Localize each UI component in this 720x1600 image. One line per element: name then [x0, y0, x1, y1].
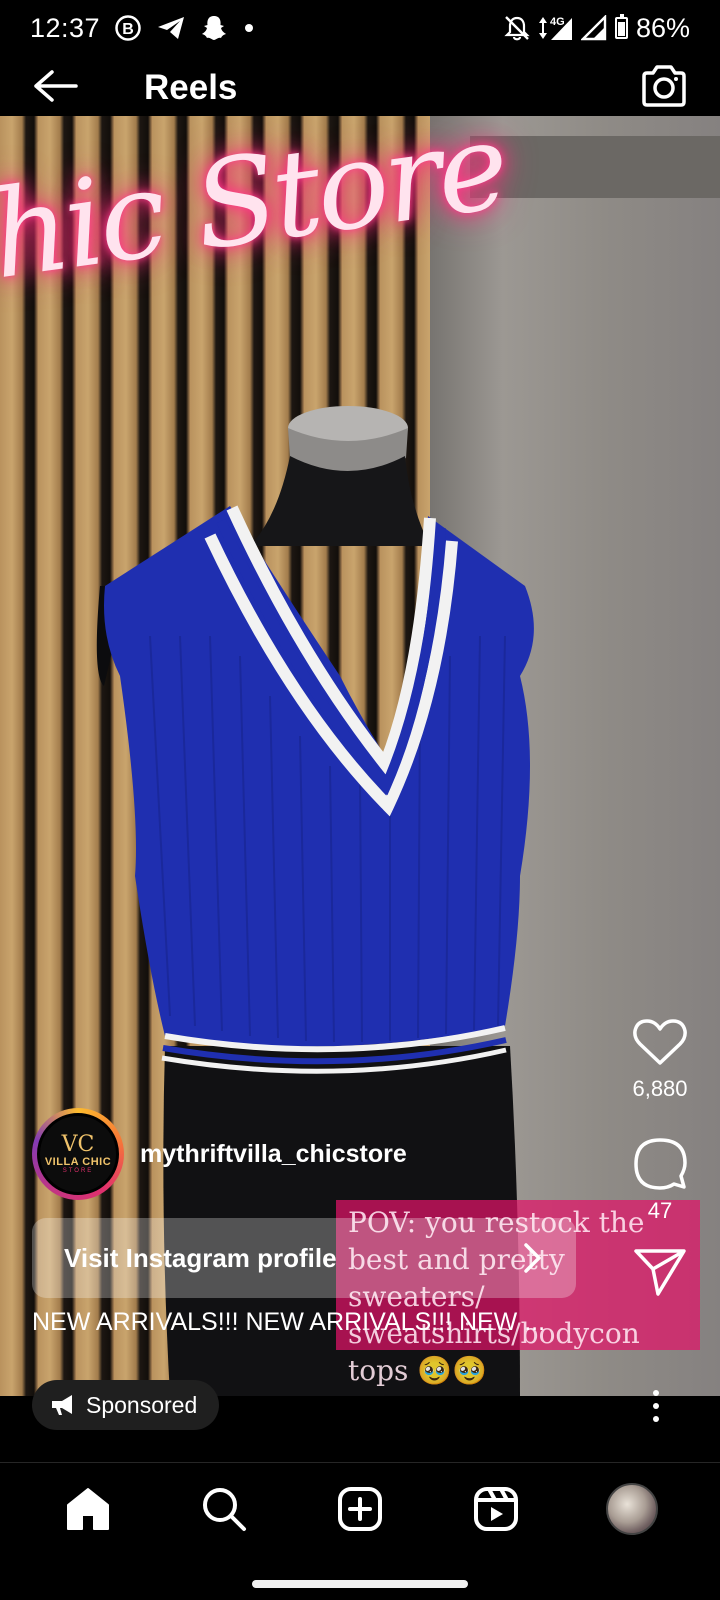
- telegram-icon: [156, 15, 186, 41]
- b-circle-icon: B: [114, 14, 142, 42]
- share-button[interactable]: [628, 1240, 692, 1304]
- battery-percent: 86%: [635, 12, 690, 43]
- sponsored-label: Sponsored: [86, 1391, 198, 1418]
- battery-fill: [617, 22, 625, 36]
- megaphone-icon: [52, 1395, 72, 1415]
- status-time: 12:37: [30, 12, 101, 43]
- logo-text: VILLA CHIC: [44, 1156, 112, 1168]
- action-rail: 6,880 47: [620, 1010, 700, 1304]
- data-arrows-icon: 4G: [538, 14, 573, 42]
- reel-caption[interactable]: NEW ARRIVALS!!! NEW ARRIVALS!!! NEW ...: [32, 1308, 572, 1337]
- camera-icon: [642, 65, 686, 107]
- reels-icon: [474, 1487, 518, 1531]
- nav-home[interactable]: [56, 1477, 120, 1541]
- search-icon: [203, 1488, 246, 1531]
- account-row: VC VILLA CHIC STORE mythriftvilla_chicst…: [32, 1108, 407, 1200]
- like-count: 6,880: [632, 1076, 688, 1101]
- dot: [653, 1416, 659, 1422]
- heart-icon: [633, 1019, 687, 1065]
- profile-avatar: [606, 1483, 658, 1535]
- comment-count: 47: [647, 1198, 673, 1223]
- nav-divider: [0, 1462, 720, 1463]
- dot: [653, 1390, 659, 1396]
- back-button[interactable]: [30, 66, 80, 106]
- account-avatar[interactable]: VC VILLA CHIC STORE: [32, 1108, 124, 1200]
- page-title: Reels: [144, 68, 238, 107]
- visit-profile-label: Visit Instagram profile: [64, 1242, 337, 1273]
- network-type: 4G: [550, 16, 565, 28]
- nav-search[interactable]: [192, 1477, 256, 1541]
- camera-button[interactable]: [638, 60, 690, 112]
- visit-profile-button[interactable]: Visit Instagram profile: [32, 1218, 576, 1298]
- comment-icon: [634, 1138, 687, 1190]
- comment-button[interactable]: [628, 1132, 692, 1196]
- mute-bell-icon: [503, 14, 531, 42]
- account-username[interactable]: mythriftvilla_chicstore: [140, 1140, 407, 1169]
- send-icon: [634, 1249, 686, 1296]
- status-bar: 12:37 B 4G 86%: [0, 0, 720, 56]
- logo-mark: VC: [61, 1132, 95, 1157]
- more-options-button[interactable]: [644, 1386, 668, 1426]
- dot: [653, 1403, 659, 1409]
- snapchat-icon: [200, 14, 228, 42]
- gesture-bar[interactable]: [252, 1580, 468, 1588]
- signal-icon-2: [580, 15, 607, 41]
- nav-create[interactable]: [328, 1477, 392, 1541]
- home-icon: [67, 1488, 109, 1530]
- logo-sub: STORE: [62, 1168, 94, 1174]
- brand-logo: VC VILLA CHIC STORE: [37, 1113, 119, 1195]
- nav-reels[interactable]: [464, 1477, 528, 1541]
- nav-profile[interactable]: [600, 1477, 664, 1541]
- svg-text:B: B: [122, 21, 134, 38]
- like-button[interactable]: [628, 1010, 692, 1074]
- bottom-nav: [0, 1468, 720, 1550]
- create-icon: [338, 1487, 382, 1531]
- arrow-left-icon: [34, 70, 78, 102]
- header: Reels: [0, 56, 720, 116]
- notification-dot-icon: [242, 21, 256, 35]
- sponsored-badge[interactable]: Sponsored: [32, 1380, 220, 1430]
- battery-icon: [614, 14, 628, 39]
- chevron-right-icon: [524, 1243, 541, 1273]
